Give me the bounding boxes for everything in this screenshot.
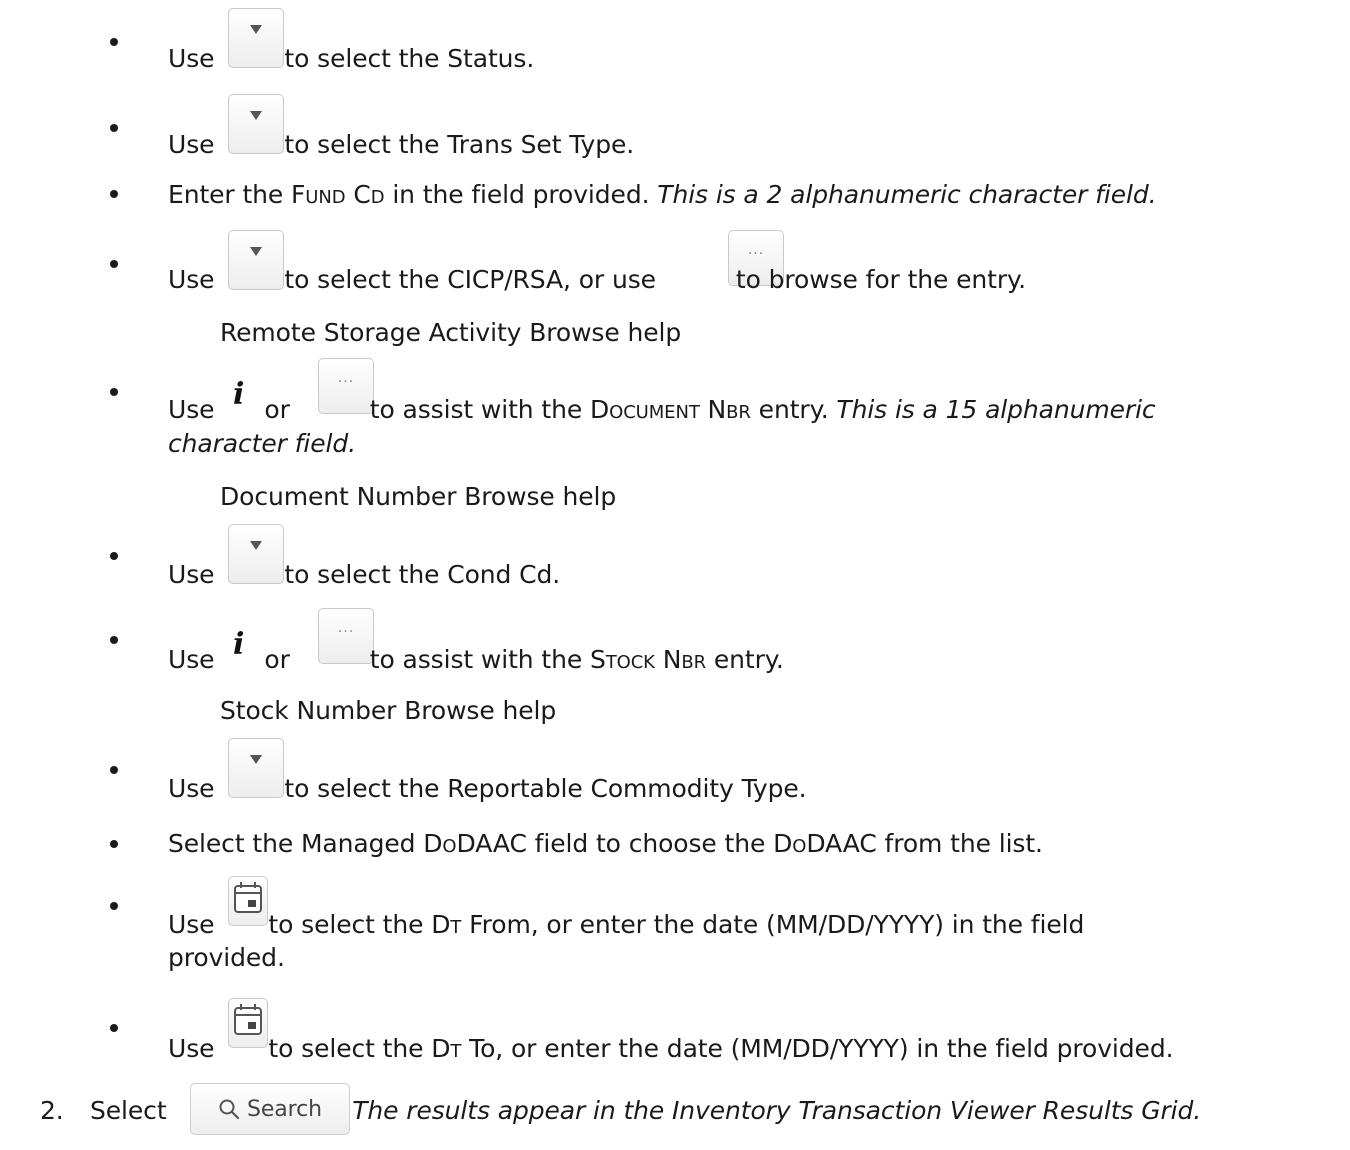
text: Select the Managed bbox=[168, 829, 424, 858]
chevron-down-icon bbox=[250, 25, 262, 34]
text: to select the Cond Cd. bbox=[284, 560, 561, 589]
step-line: Use to select the Dt To, or enter the dat… bbox=[168, 1034, 1174, 1064]
search-icon bbox=[219, 1099, 240, 1120]
bullet bbox=[110, 552, 118, 560]
bullet bbox=[110, 636, 118, 644]
step-line: Use or to assist with the Stock Nbr entry. bbox=[168, 645, 784, 675]
text: entry. bbox=[706, 645, 784, 674]
step-line: Use to select the Trans Set Type. bbox=[168, 130, 634, 160]
search-button-label: Search bbox=[247, 1096, 322, 1122]
bullet bbox=[110, 1024, 118, 1032]
text: Use bbox=[168, 910, 215, 939]
bullet bbox=[110, 190, 118, 198]
note: This is a 15 alphanumeric bbox=[836, 395, 1156, 424]
bullet bbox=[110, 388, 118, 396]
field-name: Stock Nbr bbox=[589, 645, 706, 674]
chevron-down-icon bbox=[250, 111, 262, 120]
text: Enter the bbox=[168, 180, 292, 209]
text: Use bbox=[168, 130, 215, 159]
text: Use bbox=[168, 395, 215, 424]
search-button[interactable]: Search bbox=[190, 1083, 350, 1135]
field-name: Dt bbox=[431, 1034, 462, 1063]
text: field to choose the bbox=[526, 829, 774, 858]
note: The results appear in the Inventory Tran… bbox=[352, 1096, 1202, 1125]
text: Select bbox=[90, 1096, 167, 1125]
text: to select the Status. bbox=[284, 44, 535, 73]
field-name: Fund Cd bbox=[291, 180, 385, 209]
help-link[interactable]: Remote Storage Activity Browse help bbox=[220, 318, 681, 348]
text: entry. bbox=[750, 395, 837, 424]
field-name: Document Nbr bbox=[589, 395, 751, 424]
text: Use bbox=[168, 560, 215, 589]
field-name: Dt bbox=[431, 910, 462, 939]
step-line: Use or to assist with the Document Nbr ent… bbox=[168, 395, 1156, 425]
bullet bbox=[110, 766, 118, 774]
bullet bbox=[110, 902, 118, 910]
bullet bbox=[110, 38, 118, 46]
text: from the list. bbox=[876, 829, 1043, 858]
text: or bbox=[264, 395, 290, 424]
text: Use bbox=[168, 44, 215, 73]
step-line-continued: provided. bbox=[168, 943, 285, 972]
bullet bbox=[110, 840, 118, 848]
ellipsis-icon: ··· bbox=[747, 246, 765, 262]
step-line: Use to select the Status. bbox=[168, 44, 534, 74]
step-line: Use to select the Reportable Commodity Ty… bbox=[168, 774, 807, 804]
text: or bbox=[264, 645, 290, 674]
help-document: Use to select the Status. Use to select th… bbox=[0, 0, 1350, 1150]
help-link[interactable]: Document Number Browse help bbox=[220, 482, 616, 512]
text: Use bbox=[168, 645, 215, 674]
step-line: Use to select the CICP/RSA, or use to brow… bbox=[168, 265, 1026, 295]
field-name: DoDAAC bbox=[423, 829, 527, 858]
text: to select the bbox=[268, 1034, 432, 1063]
bullet bbox=[110, 124, 118, 132]
chevron-down-icon bbox=[250, 755, 262, 764]
step-line: Use to select the Cond Cd. bbox=[168, 560, 560, 590]
text: Use bbox=[168, 774, 215, 803]
text: to select the Reportable Commodity Type. bbox=[284, 774, 807, 803]
text: to select the Trans Set Type. bbox=[284, 130, 635, 159]
text: To, or enter the date (MM/DD/YYYY) in th… bbox=[461, 1034, 1174, 1063]
text: From, or enter the date (MM/DD/YYYY) in … bbox=[461, 910, 1085, 939]
ellipsis-icon: ··· bbox=[337, 624, 355, 640]
text: to select the CICP/RSA, or use bbox=[284, 265, 656, 294]
text: to assist with the bbox=[369, 395, 590, 424]
ellipsis-icon: ··· bbox=[337, 374, 355, 390]
chevron-down-icon bbox=[250, 247, 262, 256]
step-line: Use to select the Dt From, or enter the d… bbox=[168, 910, 1084, 940]
text: Use bbox=[168, 1034, 215, 1063]
step-number: 2. bbox=[40, 1096, 64, 1125]
text: in the field provided. bbox=[384, 180, 658, 209]
chevron-down-icon bbox=[250, 541, 262, 550]
text: to select the bbox=[268, 910, 432, 939]
text: Use bbox=[168, 265, 215, 294]
help-link[interactable]: Stock Number Browse help bbox=[220, 696, 556, 726]
step-line: Enter the Fund Cd in the field provided.… bbox=[168, 180, 1157, 210]
step-line: Select the Managed DoDAAC field to choos… bbox=[168, 829, 1043, 859]
field-name: DoDAAC bbox=[773, 829, 877, 858]
text: to browse for the entry. bbox=[735, 265, 1027, 294]
note: This is a 2 alphanumeric character field… bbox=[657, 180, 1157, 209]
text: to assist with the bbox=[369, 645, 590, 674]
note-continued: character field. bbox=[168, 429, 356, 458]
bullet bbox=[110, 260, 118, 268]
